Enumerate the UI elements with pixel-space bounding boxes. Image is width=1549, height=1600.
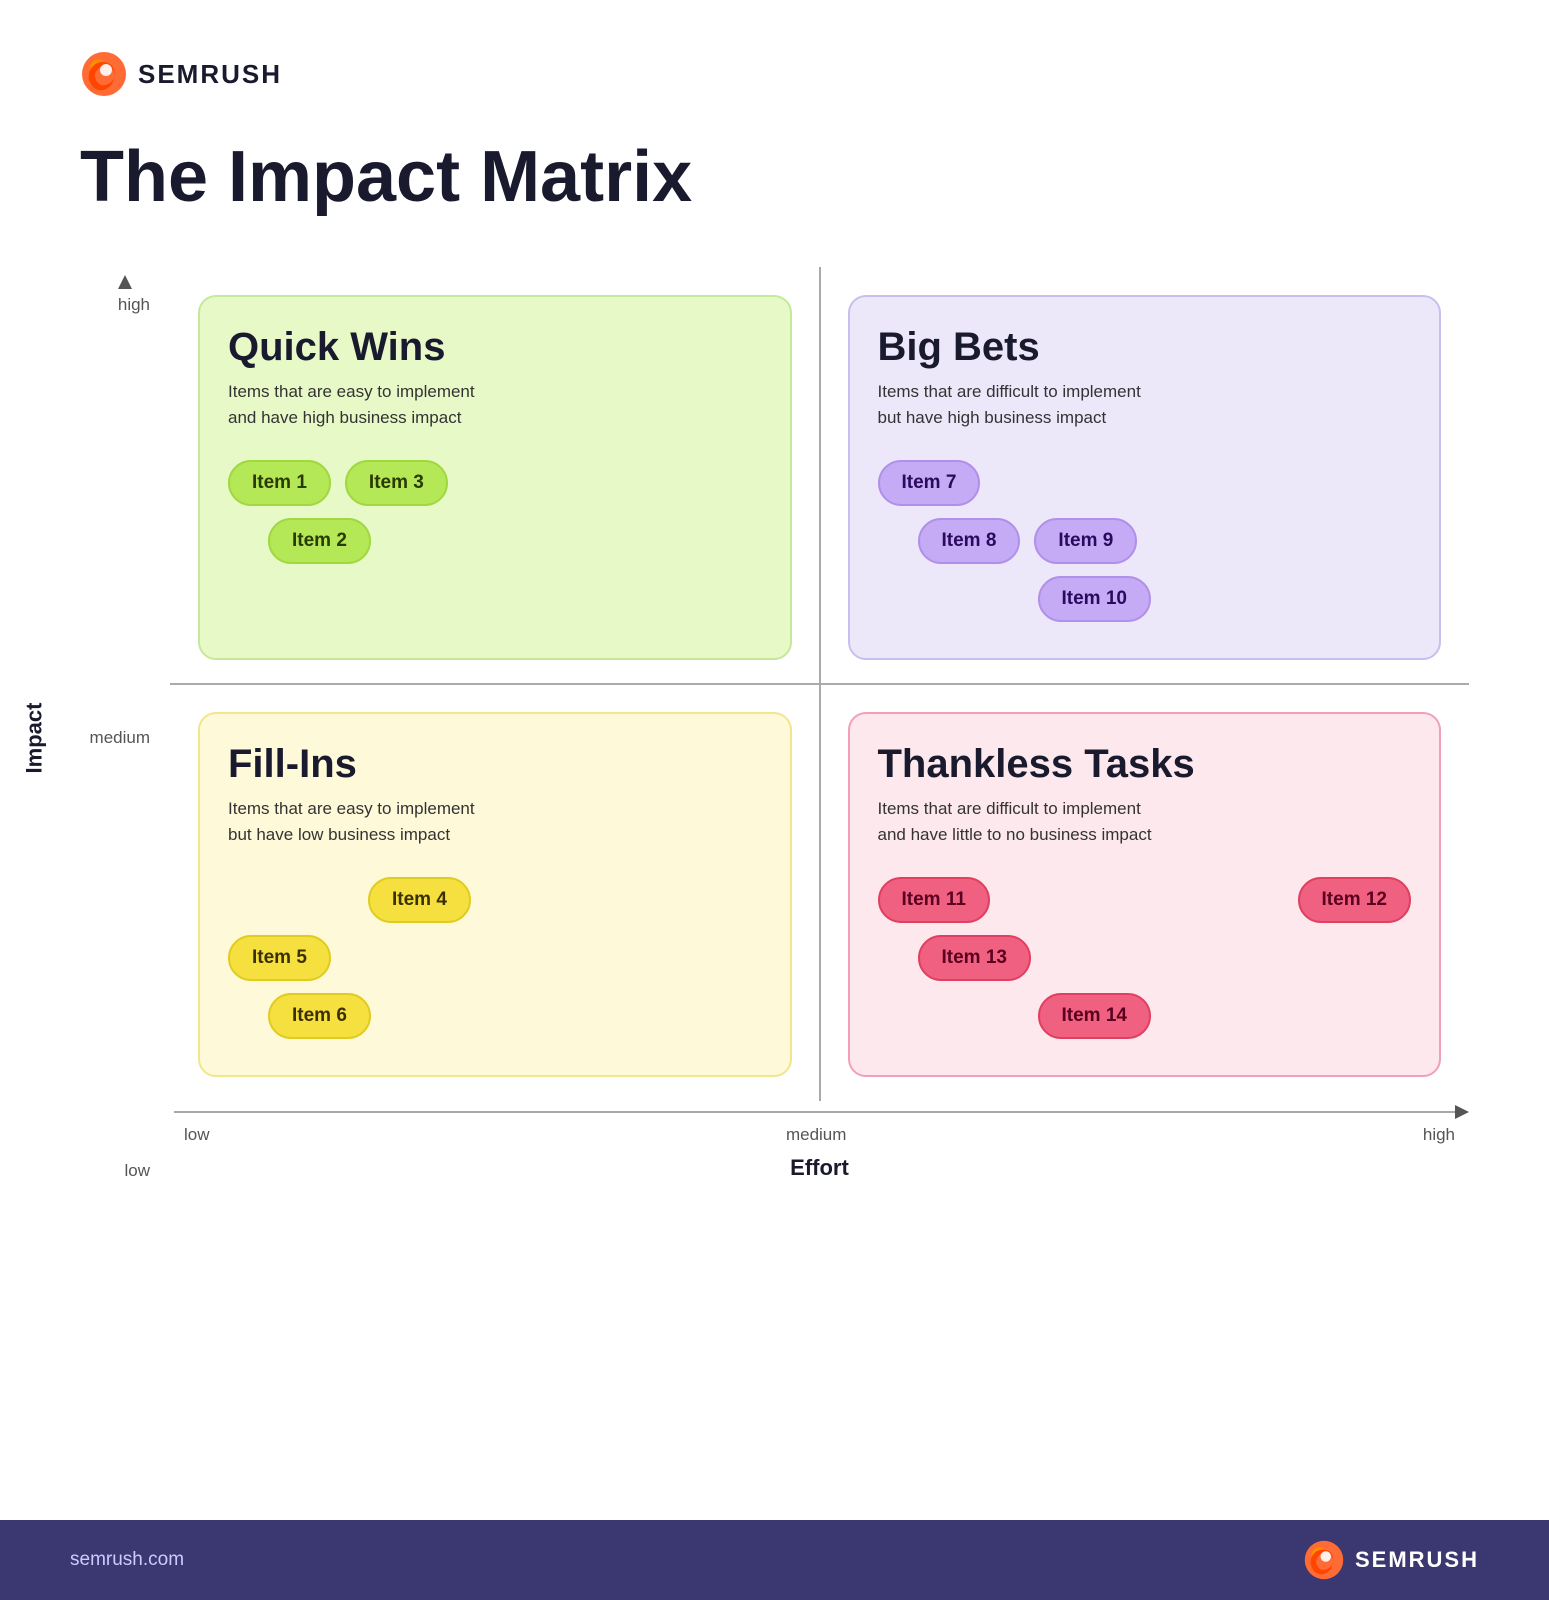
item-8: Item 8 <box>918 518 1021 564</box>
fill-ins-row-2: Item 5 <box>228 935 762 981</box>
thankless-row-1: Item 11 Item 12 <box>878 877 1412 923</box>
quadrant-thankless-tasks: Thankless Tasks Items that are difficult… <box>820 684 1470 1101</box>
item-11: Item 11 <box>878 877 990 923</box>
fill-ins-title: Fill-Ins <box>228 742 762 786</box>
thankless-tasks-title: Thankless Tasks <box>878 742 1412 786</box>
quadrant-quick-wins-inner: Quick Wins Items that are easy to implem… <box>198 295 792 660</box>
footer-brand-name: SEMRUSH <box>1355 1547 1479 1573</box>
y-axis-label: Impact <box>22 703 48 774</box>
x-ticks: low medium high <box>170 1125 1469 1145</box>
item-5: Item 5 <box>228 935 331 981</box>
thankless-row-2: Item 13 <box>918 935 1412 981</box>
item-14: Item 14 <box>1038 993 1151 1039</box>
thankless-row-3: Item 14 <box>1038 993 1412 1039</box>
quadrant-quick-wins: Quick Wins Items that are easy to implem… <box>170 267 820 684</box>
thankless-tasks-items: Item 11 Item 12 Item 13 Item 14 <box>878 877 1412 1039</box>
quadrant-fill-ins: Fill-Ins Items that are easy to implemen… <box>170 684 820 1101</box>
quadrant-thankless-tasks-inner: Thankless Tasks Items that are difficult… <box>848 712 1442 1077</box>
fill-ins-row-1: Item 4 <box>368 877 762 923</box>
x-axis-arrow <box>1455 1105 1469 1119</box>
big-bets-row-1: Item 7 <box>878 460 1412 506</box>
chart-col: Quick Wins Items that are easy to implem… <box>170 267 1469 1181</box>
quick-wins-desc: Items that are easy to implementand have… <box>228 379 762 430</box>
quick-wins-row-1: Item 1 Item 3 <box>228 460 762 506</box>
x-tick-medium: medium <box>786 1125 846 1145</box>
y-axis: Impact high medium low <box>80 267 170 1181</box>
y-tick-low: low <box>124 1161 158 1181</box>
page-title: The Impact Matrix <box>80 138 1469 217</box>
fill-ins-row-3: Item 6 <box>268 993 762 1039</box>
quadrant-big-bets-inner: Big Bets Items that are difficult to imp… <box>848 295 1442 660</box>
brand-name: SEMRUSH <box>138 59 282 90</box>
semrush-logo-icon <box>80 50 128 98</box>
item-4: Item 4 <box>368 877 471 923</box>
footer: semrush.com SEMRUSH <box>0 1520 1549 1600</box>
item-1: Item 1 <box>228 460 331 506</box>
item-6: Item 6 <box>268 993 371 1039</box>
item-9: Item 9 <box>1034 518 1137 564</box>
footer-url: semrush.com <box>70 1549 184 1571</box>
big-bets-title: Big Bets <box>878 325 1412 369</box>
big-bets-row-2: Item 8 Item 9 <box>918 518 1412 564</box>
matrix-container: Impact high medium low Quick Wins Items … <box>80 267 1469 1181</box>
item-13: Item 13 <box>918 935 1031 981</box>
x-axis-line <box>170 1105 1469 1119</box>
item-3: Item 3 <box>345 460 448 506</box>
logo-area: SEMRUSH <box>80 50 1469 98</box>
quick-wins-title: Quick Wins <box>228 325 762 369</box>
y-tick-medium: medium <box>90 728 158 748</box>
quadrant-fill-ins-inner: Fill-Ins Items that are easy to implemen… <box>198 712 792 1077</box>
thankless-tasks-desc: Items that are difficult to implementand… <box>878 796 1412 847</box>
big-bets-row-3: Item 10 <box>1038 576 1412 622</box>
big-bets-desc: Items that are difficult to implementbut… <box>878 379 1412 430</box>
item-10: Item 10 <box>1038 576 1151 622</box>
footer-logo: SEMRUSH <box>1303 1539 1479 1581</box>
quick-wins-row-2: Item 2 <box>268 518 762 564</box>
quick-wins-items: Item 1 Item 3 Item 2 <box>228 460 762 564</box>
fill-ins-items: Item 4 Item 5 Item 6 <box>228 877 762 1039</box>
item-2: Item 2 <box>268 518 371 564</box>
fill-ins-desc: Items that are easy to implementbut have… <box>228 796 762 847</box>
y-axis-arrow <box>118 275 132 289</box>
big-bets-items: Item 7 Item 8 Item 9 Item 10 <box>878 460 1412 622</box>
item-12: Item 12 <box>1298 877 1411 923</box>
x-axis-label: Effort <box>170 1155 1469 1181</box>
footer-logo-icon <box>1303 1539 1345 1581</box>
axis-vertical <box>819 267 821 1101</box>
item-7: Item 7 <box>878 460 981 506</box>
quadrant-grid: Quick Wins Items that are easy to implem… <box>170 267 1469 1101</box>
x-tick-high: high <box>1423 1125 1455 1145</box>
x-tick-low: low <box>184 1125 210 1145</box>
y-tick-high: high <box>118 295 158 315</box>
quadrant-big-bets: Big Bets Items that are difficult to imp… <box>820 267 1470 684</box>
